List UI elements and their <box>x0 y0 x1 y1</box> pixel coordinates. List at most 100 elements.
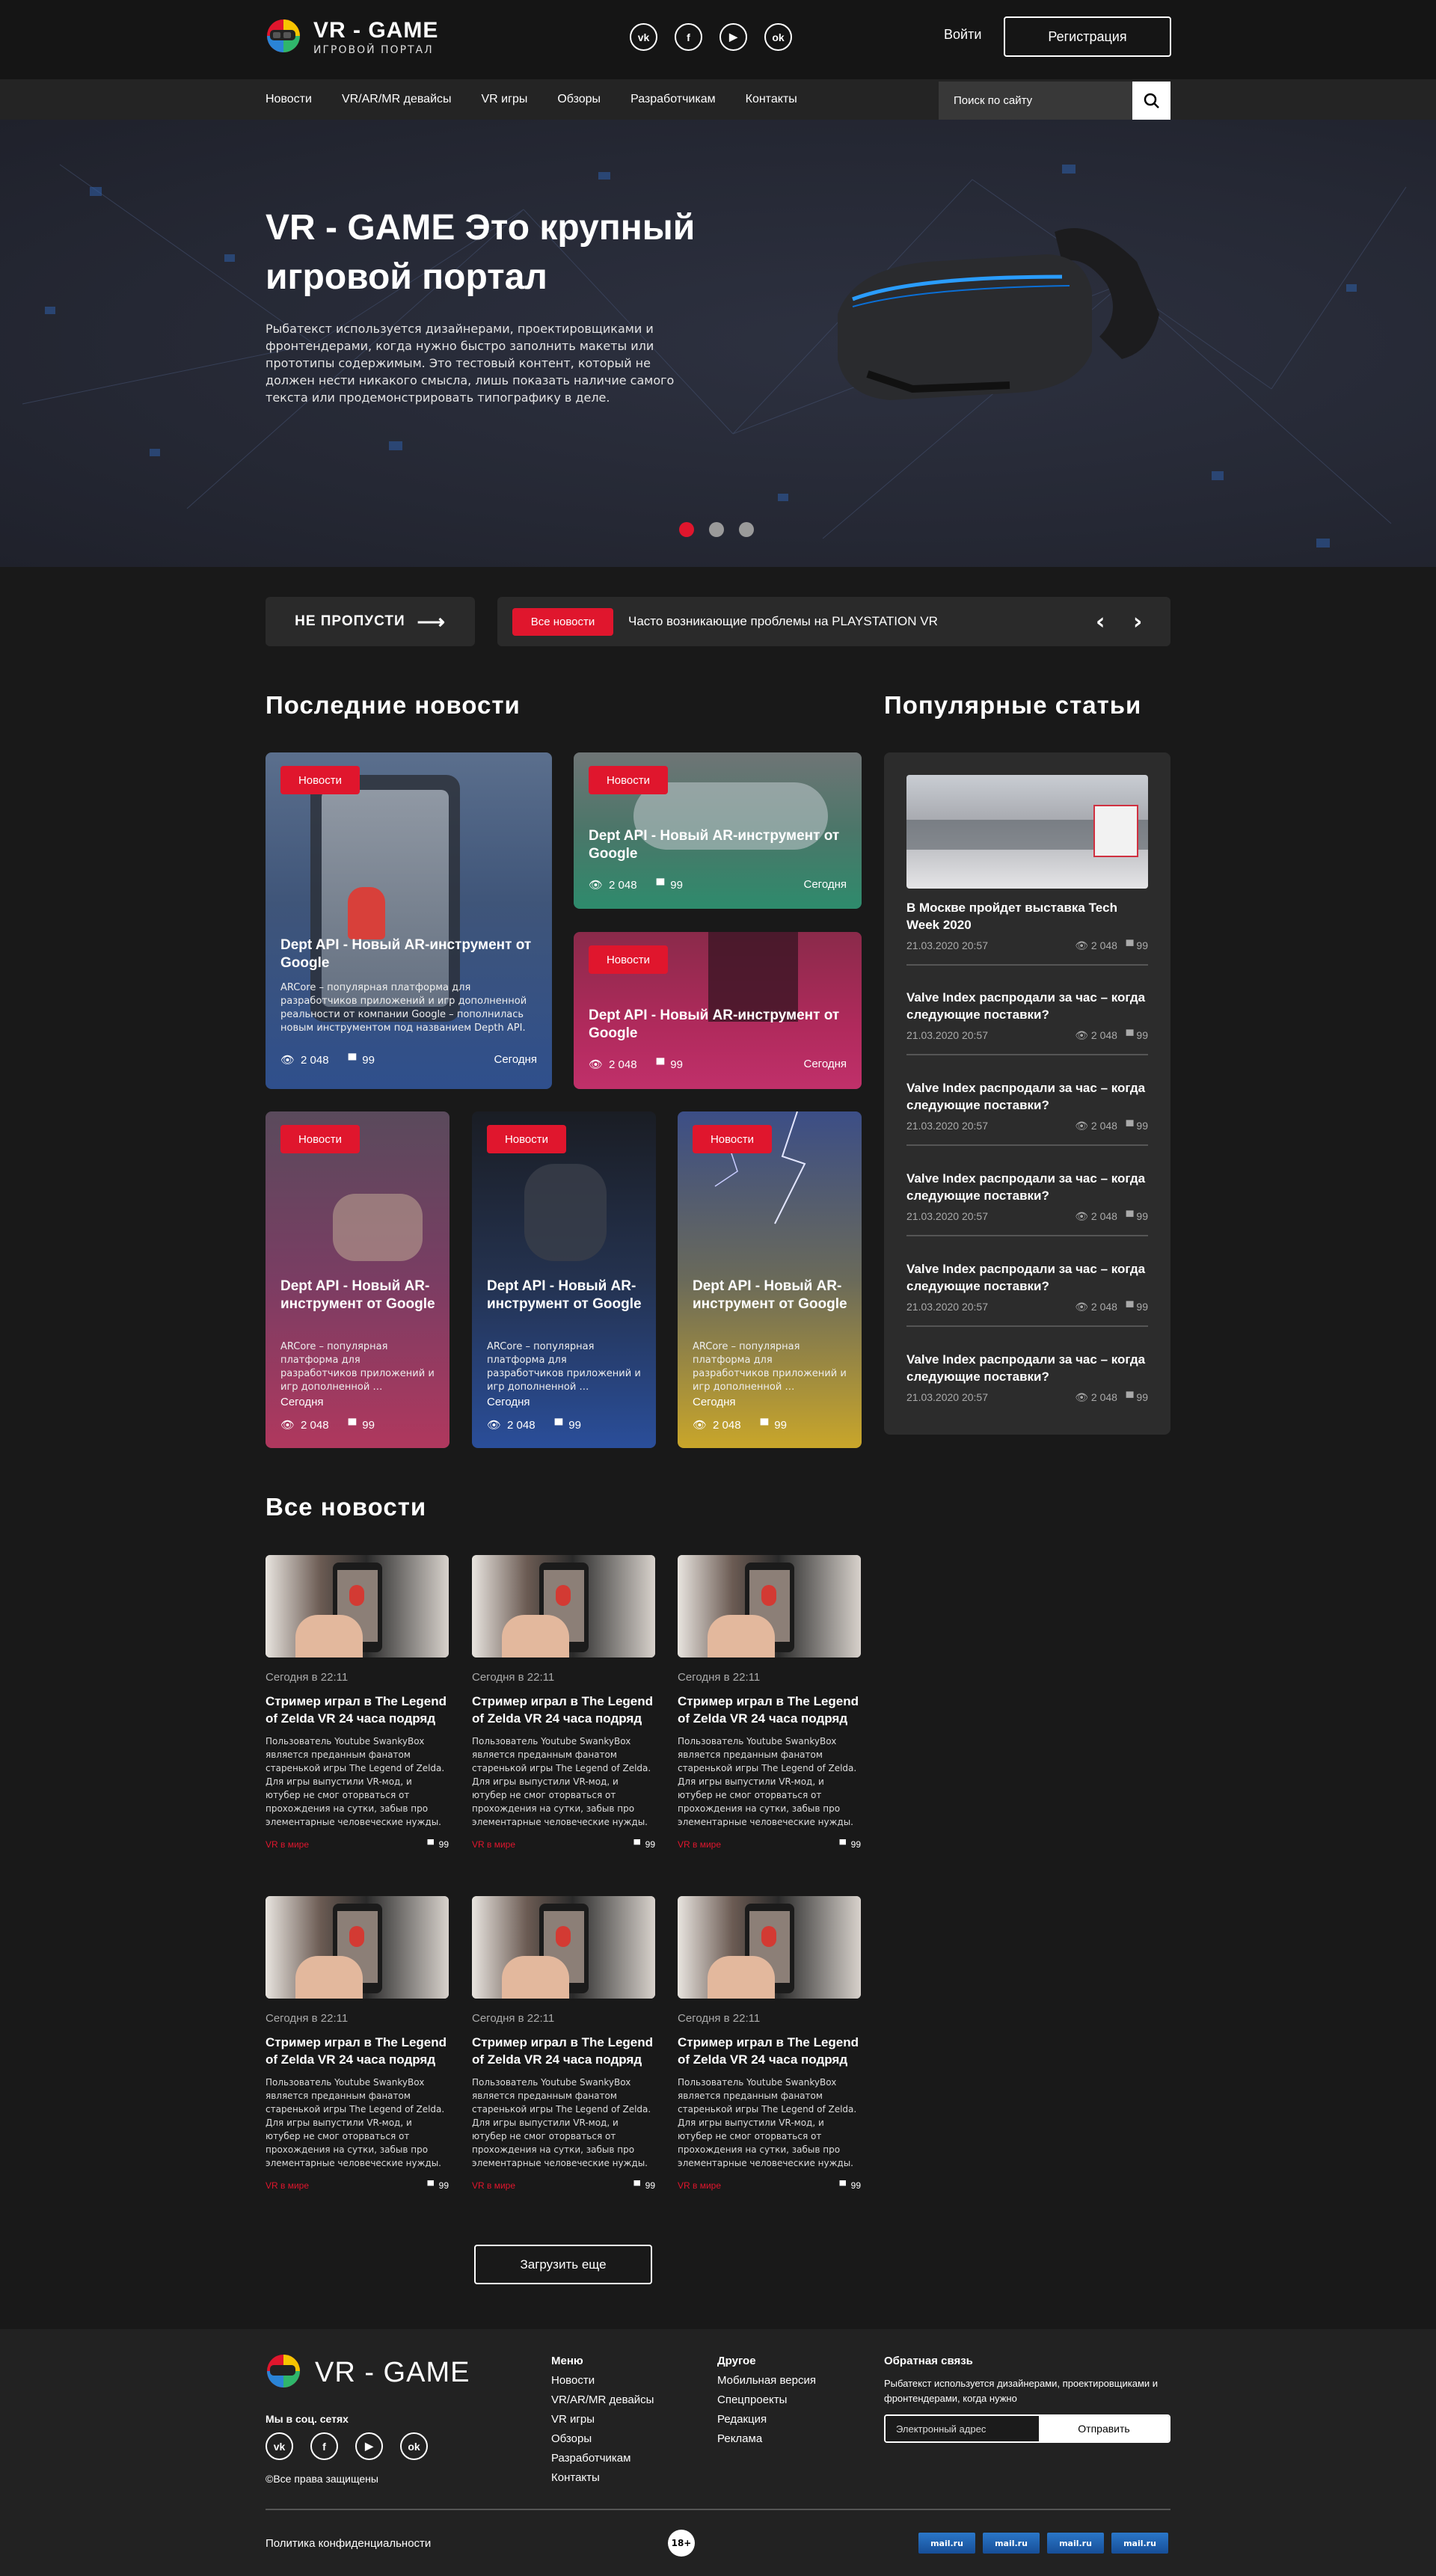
news-card[interactable]: Новости Dept API - Новый AR-инструмент о… <box>266 1111 449 1448</box>
footer-link[interactable]: Разработчикам <box>551 2452 654 2465</box>
slider-dot[interactable] <box>709 522 724 537</box>
eye-icon: 👁 <box>589 1058 604 1071</box>
footer-logo-title: VR - GAME <box>315 2356 470 2388</box>
mailru-counter[interactable]: mail.ru <box>1111 2533 1168 2554</box>
footer-link[interactable]: Мобильная версия <box>717 2374 816 2387</box>
footer-link[interactable]: Обзоры <box>551 2432 654 2445</box>
mailru-counter[interactable]: mail.ru <box>983 2533 1040 2554</box>
register-button[interactable]: Регистрация <box>1004 16 1171 57</box>
news-item-text: Пользователь Youtube SwankyBox является … <box>678 1736 857 1827</box>
eye-icon: 👁 <box>693 1419 708 1432</box>
mailru-counter[interactable]: mail.ru <box>1047 2533 1104 2554</box>
vr-headset-image <box>838 228 1159 400</box>
privacy-link[interactable]: Политика конфиденциальности <box>266 2537 431 2550</box>
youtube-icon[interactable]: ▶ <box>719 23 747 51</box>
search-button[interactable] <box>1132 82 1170 120</box>
odnoklassniki-icon[interactable]: ok <box>764 23 792 51</box>
footer-logo[interactable]: VR - GAME <box>266 2352 470 2393</box>
news-item-comments: ▀ 99 <box>633 2180 655 2191</box>
vk-icon[interactable]: vk <box>630 23 657 51</box>
news-item[interactable]: Сегодня в 22:11 Стример играл в The Lege… <box>678 1896 861 2191</box>
card-date: Сегодня <box>494 1053 538 1066</box>
card-badge: Новости <box>280 1125 360 1153</box>
popular-article[interactable]: Valve Index распродали за час – когда сл… <box>906 989 1148 1055</box>
footer-link[interactable]: Новости <box>551 2374 654 2387</box>
news-card[interactable]: Новости Dept API - Новый AR-инструмент о… <box>574 932 862 1089</box>
logo[interactable]: VR - GAME ИГРОВОЙ ПОРТАЛ <box>266 16 438 58</box>
news-item[interactable]: Сегодня в 22:11 Стример играл в The Lege… <box>266 1555 449 1850</box>
card-badge: Новости <box>693 1125 772 1153</box>
dont-miss-button[interactable]: НЕ ПРОПУСТИ ⟶ <box>266 597 475 646</box>
age-badge: 18+ <box>668 2530 695 2557</box>
news-item-tag[interactable]: VR в мире <box>678 1839 721 1850</box>
nav-item-devices[interactable]: VR/AR/MR девайсы <box>342 93 452 106</box>
footer-link[interactable]: VR/AR/MR девайсы <box>551 2393 654 2406</box>
popular-article-image[interactable] <box>906 775 1148 889</box>
views-count: 2 048 <box>301 1053 329 1067</box>
comments-count: 99 <box>1136 939 1148 951</box>
chevron-left-icon[interactable]: ‹ <box>1096 609 1105 635</box>
popular-article-title: Valve Index распродали за час – когда сл… <box>906 1081 1146 1112</box>
popular-article-title: Valve Index распродали за час – когда сл… <box>906 1262 1146 1293</box>
news-item-tag[interactable]: VR в мире <box>678 2180 721 2191</box>
footer-link[interactable]: Спецпроекты <box>717 2393 816 2406</box>
slider-dot[interactable] <box>679 522 694 537</box>
all-news-badge[interactable]: Все новости <box>512 607 613 636</box>
slider-dot[interactable] <box>739 522 754 537</box>
news-card[interactable]: Новости Dept API - Новый AR-инструмент о… <box>574 752 862 909</box>
news-item-text: Пользователь Youtube SwankyBox является … <box>472 2077 651 2168</box>
views-count: 2 048 <box>507 1418 536 1432</box>
card-date: Сегодня <box>487 1396 530 1408</box>
login-link[interactable]: Войти <box>944 27 981 43</box>
facebook-icon[interactable]: f <box>675 23 702 51</box>
nav-item-developers[interactable]: Разработчикам <box>630 93 716 106</box>
subscribe-form: Отправить <box>884 2414 1170 2443</box>
news-item-date: Сегодня в 22:11 <box>472 2012 555 2025</box>
nav-item-contacts[interactable]: Контакты <box>746 93 797 106</box>
facebook-icon[interactable]: f <box>310 2432 338 2460</box>
odnoklassniki-icon[interactable]: ok <box>400 2432 428 2460</box>
popular-article[interactable]: Valve Index распродали за час – когда сл… <box>906 1260 1148 1327</box>
views-count: 2 048 <box>301 1418 329 1432</box>
footer-link[interactable]: VR игры <box>551 2413 654 2426</box>
comments-count: 99 <box>850 1839 861 1850</box>
person-vr-image <box>524 1164 607 1261</box>
news-item[interactable]: Сегодня в 22:11 Стример играл в The Lege… <box>472 1896 655 2191</box>
nav-item-vr-games[interactable]: VR игры <box>482 93 528 106</box>
news-card[interactable]: Новости Dept API - Новый AR-инструмент о… <box>266 752 552 1089</box>
eye-icon: 👁 <box>280 1054 295 1067</box>
news-item-text: Пользователь Youtube SwankyBox является … <box>678 2077 857 2168</box>
card-meta: 👁 2 048 ▀ 99 <box>487 1418 581 1432</box>
popular-article[interactable]: Valve Index распродали за час – когда сл… <box>906 1170 1148 1236</box>
search-input[interactable] <box>939 94 1133 107</box>
news-item[interactable]: Сегодня в 22:11 Стример играл в The Lege… <box>266 1896 449 2191</box>
news-card[interactable]: Новости Dept API - Новый AR-инструмент о… <box>472 1111 656 1448</box>
views-count: 2 048 <box>1090 939 1117 951</box>
footer-link[interactable]: Редакция <box>717 2413 816 2426</box>
news-item-tag[interactable]: VR в мире <box>472 1839 515 1850</box>
mailru-counter[interactable]: mail.ru <box>918 2533 975 2554</box>
news-item-title: Стример играл в The Legend of Zelda VR 2… <box>678 1694 859 1726</box>
chevron-right-icon[interactable]: › <box>1133 609 1142 635</box>
footer-link[interactable]: Реклама <box>717 2432 816 2445</box>
news-item-tag[interactable]: VR в мире <box>472 2180 515 2191</box>
load-more-button[interactable]: Загрузить еще <box>474 2245 652 2284</box>
news-item-tag[interactable]: VR в мире <box>266 2180 309 2191</box>
send-button[interactable]: Отправить <box>1039 2416 1169 2441</box>
email-field[interactable] <box>886 2416 1039 2441</box>
nav-item-reviews[interactable]: Обзоры <box>557 93 601 106</box>
vk-icon[interactable]: vk <box>266 2432 293 2460</box>
ticker-headline[interactable]: Часто возникающие проблемы на PLAYSTATIO… <box>628 614 938 629</box>
youtube-icon[interactable]: ▶ <box>355 2432 383 2460</box>
card-title: Dept API - Новый AR-инструмент от Google <box>280 937 532 971</box>
nav-item-news[interactable]: Новости <box>266 93 312 106</box>
news-item-tag[interactable]: VR в мире <box>266 1839 309 1850</box>
robot-figure <box>348 887 385 939</box>
news-card[interactable]: Новости Dept API - Новый AR-инструмент о… <box>678 1111 862 1448</box>
news-item[interactable]: Сегодня в 22:11 Стример играл в The Lege… <box>678 1555 861 1850</box>
popular-article[interactable]: Valve Index распродали за час – когда сл… <box>906 1079 1148 1146</box>
popular-article[interactable]: Valve Index распродали за час – когда сл… <box>906 1351 1148 1416</box>
popular-article[interactable]: В Москве пройдет выставка Tech Week 2020… <box>906 899 1148 966</box>
footer-link[interactable]: Контакты <box>551 2471 654 2484</box>
news-item[interactable]: Сегодня в 22:11 Стример играл в The Lege… <box>472 1555 655 1850</box>
